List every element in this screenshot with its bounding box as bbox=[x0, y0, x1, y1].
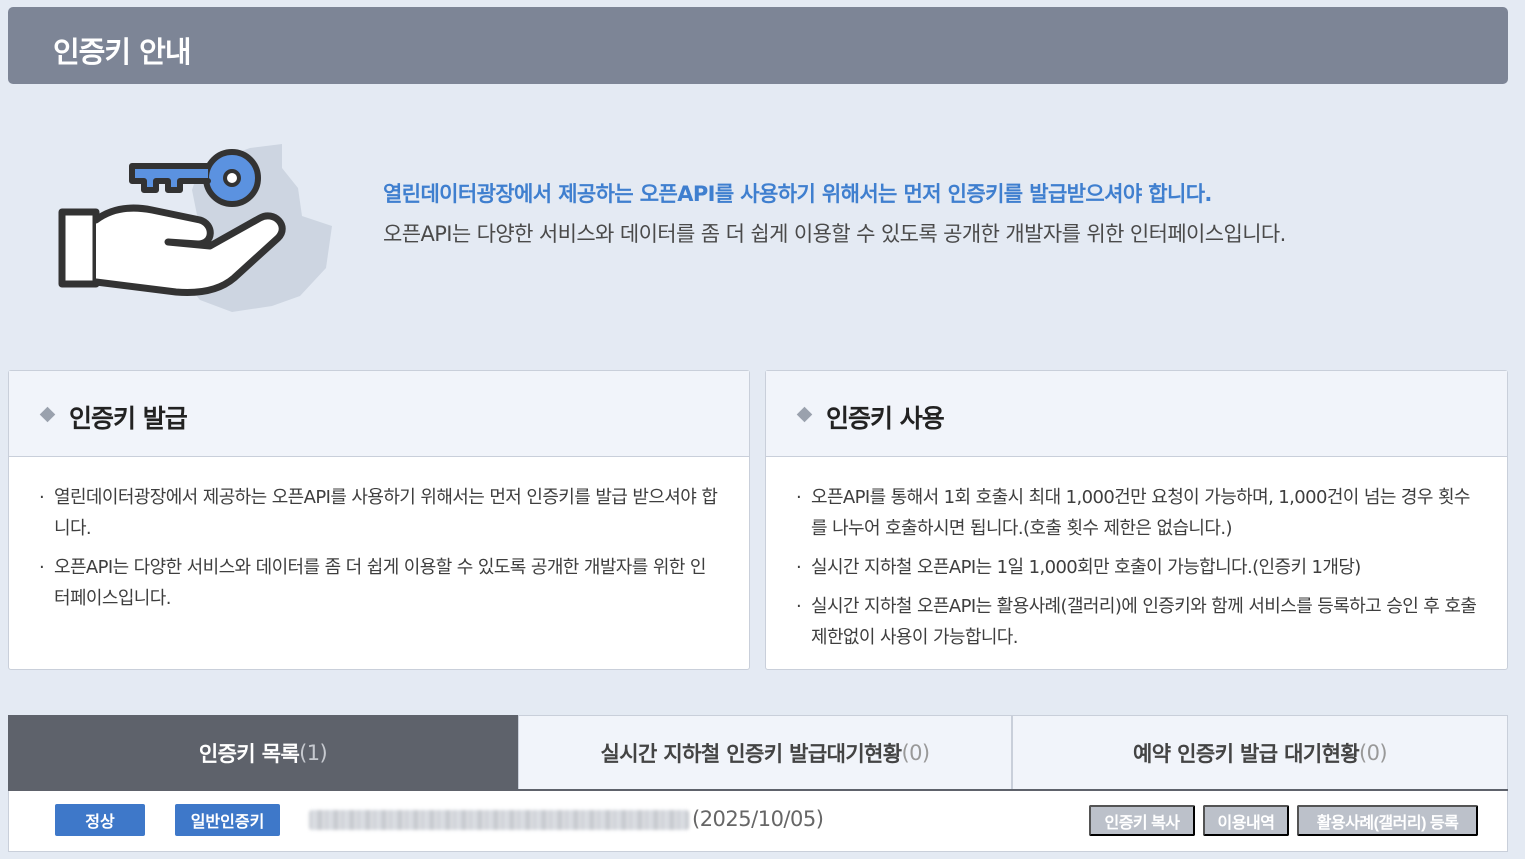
list-item: · 오픈API를 통해서 1회 호출시 최대 1,000건만 요청이 가능하며, … bbox=[796, 482, 1477, 544]
key-tabs: 인증키 목록 (1) 실시간 지하철 인증키 발급대기현황 (0) 예약 인증키 발… bbox=[8, 715, 1508, 791]
list-item: · 오픈API는 다양한 서비스와 데이터를 좀 더 쉽게 이용할 수 있도록 공… bbox=[39, 552, 719, 614]
page-header: 인증키 안내 bbox=[8, 7, 1508, 84]
list-item: · 실시간 지하철 오픈API는 1일 1,000회만 호출이 가능합니다.(인증… bbox=[796, 552, 1477, 583]
dot-bullet-icon: · bbox=[39, 487, 45, 508]
diamond-bullet-icon bbox=[796, 406, 813, 423]
issue-info-box: 인증키 발급 · 열린데이터광장에서 제공하는 오픈API를 사용하기 위해서는 … bbox=[8, 370, 750, 670]
usage-info-list: · 오픈API를 통해서 1회 호출시 최대 1,000건만 요청이 가능하며, … bbox=[766, 457, 1507, 653]
copy-key-button[interactable]: 인증키 복사 bbox=[1089, 805, 1195, 836]
issue-info-list: · 열린데이터광장에서 제공하는 오픈API를 사용하기 위해서는 먼저 인증키를… bbox=[9, 457, 749, 614]
page-title: 인증키 안내 bbox=[53, 35, 191, 69]
issue-info-header: 인증키 발급 bbox=[9, 371, 749, 457]
key-type-badge: 일반인증키 bbox=[175, 804, 280, 836]
api-key-value-redacted[interactable] bbox=[309, 810, 689, 830]
dot-bullet-icon: · bbox=[796, 596, 802, 617]
usage-info-header: 인증키 사용 bbox=[766, 371, 1507, 457]
list-item: · 열린데이터광장에서 제공하는 오픈API를 사용하기 위해서는 먼저 인증키를… bbox=[39, 482, 719, 544]
status-badge: 정상 bbox=[55, 804, 145, 836]
tab-key-list[interactable]: 인증키 목록 (1) bbox=[8, 715, 518, 789]
tab-reserved-key-pending[interactable]: 예약 인증키 발급 대기현황 (0) bbox=[1012, 715, 1508, 789]
dot-bullet-icon: · bbox=[39, 557, 45, 578]
hand-holding-key-icon bbox=[50, 128, 340, 318]
intro-highlight-text: 열린데이터광장에서 제공하는 오픈API를 사용하기 위해서는 먼저 인증키를 … bbox=[383, 182, 1212, 206]
diamond-bullet-icon bbox=[39, 406, 56, 423]
tab-subway-key-pending[interactable]: 실시간 지하철 인증키 발급대기현황 (0) bbox=[518, 715, 1012, 789]
register-gallery-button[interactable]: 활용사례(갤러리) 등록 bbox=[1297, 805, 1478, 836]
usage-info-box: 인증키 사용 · 오픈API를 통해서 1회 호출시 최대 1,000건만 요청이… bbox=[765, 370, 1508, 670]
usage-info-title: 인증키 사용 bbox=[826, 404, 945, 433]
issue-info-title: 인증키 발급 bbox=[69, 404, 188, 433]
usage-history-button[interactable]: 이용내역 bbox=[1203, 805, 1289, 836]
table-row: 정상 일반인증키 (2025/10/05) 인증키 복사 이용내역 활용사례(갤… bbox=[8, 791, 1508, 852]
dot-bullet-icon: · bbox=[796, 557, 802, 578]
dot-bullet-icon: · bbox=[796, 487, 802, 508]
intro-text: 열린데이터광장에서 제공하는 오픈API를 사용하기 위해서는 먼저 인증키를 … bbox=[383, 178, 1286, 248]
tab-count: (0) bbox=[1359, 740, 1388, 765]
list-item: · 실시간 지하철 오픈API는 활용사례(갤러리)에 인증키와 함께 서비스를 … bbox=[796, 591, 1477, 653]
key-expiry-date: (2025/10/05) bbox=[692, 807, 824, 831]
intro-description-text: 오픈API는 다양한 서비스와 데이터를 좀 더 쉽게 이용할 수 있도록 공개… bbox=[383, 222, 1286, 246]
tab-count: (1) bbox=[299, 740, 328, 765]
tab-count: (0) bbox=[901, 740, 930, 765]
